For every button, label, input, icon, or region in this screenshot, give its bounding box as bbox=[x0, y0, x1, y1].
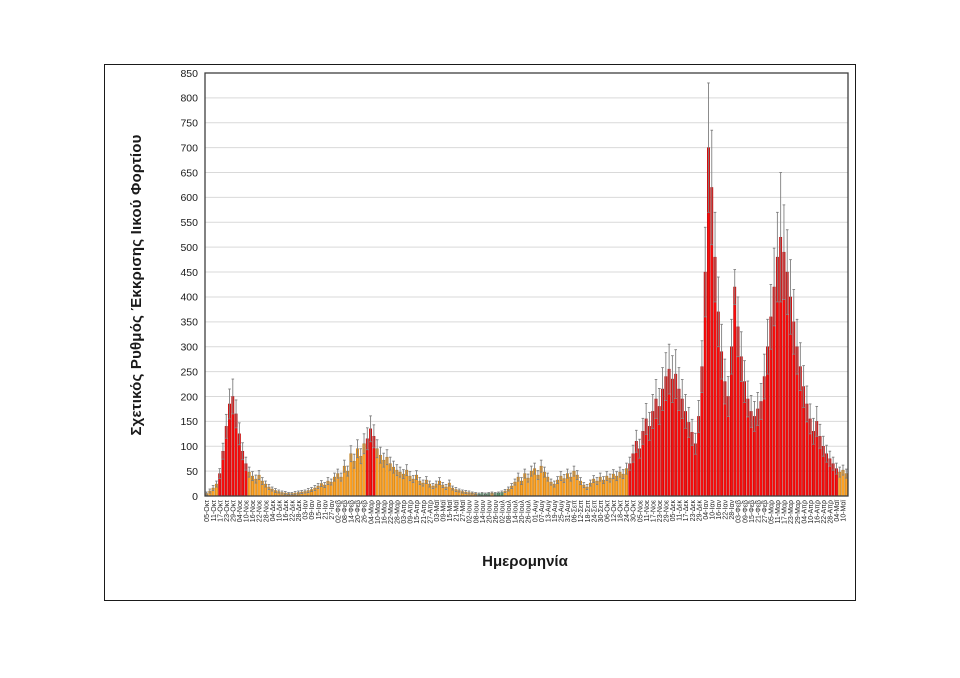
y-tick-label: 850 bbox=[180, 68, 198, 80]
y-tick-label: 600 bbox=[180, 192, 198, 204]
chart-figure-box: Σχετικός Ρυθμός Έκκρισης Ιικού Φορτίου 0… bbox=[104, 64, 856, 601]
y-tick-label: 550 bbox=[180, 217, 198, 229]
y-tick-label: 800 bbox=[180, 93, 198, 105]
y-tick-label: 700 bbox=[180, 142, 198, 154]
chart-svg: 0 50 100 150 200 250 300 350 400 450 500 550 600 650 7… bbox=[105, 65, 855, 545]
y-tick-label: 250 bbox=[180, 366, 198, 378]
bar bbox=[734, 287, 736, 496]
x-axis-title: Ημερομηνία bbox=[265, 553, 785, 570]
y-tick-label: 200 bbox=[180, 391, 198, 403]
y-tick-label: 650 bbox=[180, 167, 198, 179]
y-tick-label: 150 bbox=[180, 416, 198, 428]
page: { "chart_data": { "type": "bar", "title"… bbox=[0, 0, 960, 678]
y-tick-label: 500 bbox=[180, 242, 198, 254]
y-tick-label: 400 bbox=[180, 292, 198, 304]
y-tick-label: 50 bbox=[186, 466, 198, 478]
y-tick-label: 0 bbox=[192, 491, 198, 503]
y-tick-label: 750 bbox=[180, 118, 198, 130]
y-tick-label: 300 bbox=[180, 342, 198, 354]
y-tick-label: 450 bbox=[180, 267, 198, 279]
y-tick-label: 350 bbox=[180, 317, 198, 329]
y-tick-label: 100 bbox=[180, 441, 198, 453]
x-tick-label: 10-Μαϊ bbox=[841, 500, 848, 522]
